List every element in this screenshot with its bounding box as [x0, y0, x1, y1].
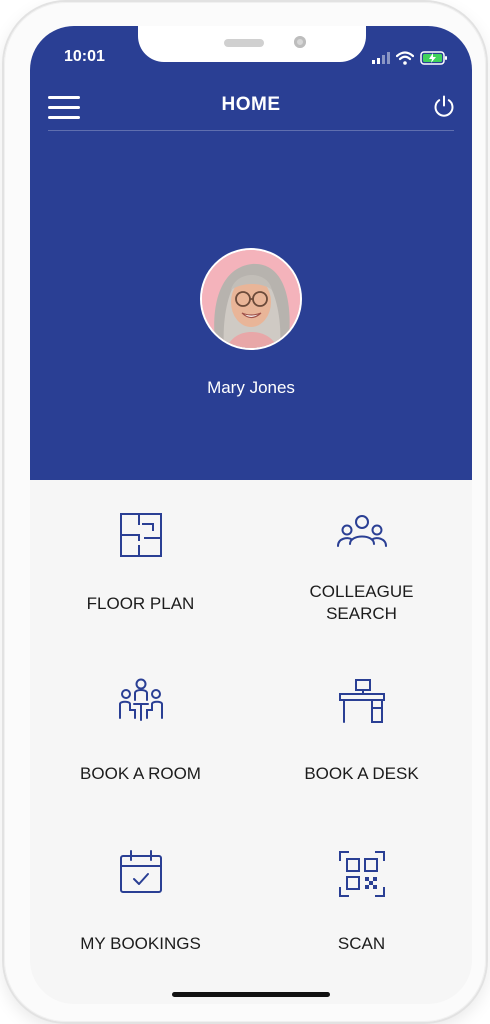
profile-photo	[202, 250, 300, 348]
colleague-search-tile[interactable]: COLLEAGUE SEARCH	[251, 480, 472, 650]
battery-charging-icon	[420, 51, 447, 65]
floor-plan-label: FLOOR PLAN	[86, 594, 195, 613]
book-a-desk-label: BOOK A DESK	[304, 764, 419, 783]
camera	[294, 36, 306, 48]
status-time: 10:01	[64, 48, 105, 65]
header-divider	[48, 130, 454, 131]
colleagues-icon	[336, 515, 387, 547]
calendar-check-icon	[119, 850, 162, 893]
avatar[interactable]	[202, 250, 300, 348]
colleague-search-label: COLLEAGUE SEARCH	[251, 581, 472, 625]
desk-icon	[338, 679, 385, 723]
status-icons	[372, 50, 448, 66]
header-panel: 10:01 HOME Mary Jones	[30, 26, 472, 480]
scan-label: SCAN	[337, 934, 386, 953]
app-screen: 10:01 HOME Mary Jones FLOOR PLAN COLLEAG…	[30, 26, 472, 1004]
my-bookings-label: MY BOOKINGS	[80, 934, 201, 953]
hamburger-line	[48, 116, 80, 119]
power-icon[interactable]	[432, 94, 456, 118]
floor-plan-tile[interactable]: FLOOR PLAN	[30, 480, 251, 650]
qr-code-icon	[338, 851, 385, 897]
notch	[138, 26, 366, 62]
scan-tile[interactable]: SCAN	[251, 820, 472, 990]
menu-grid: FLOOR PLAN COLLEAGUE SEARCH BOOK A ROOM …	[30, 480, 472, 1004]
floor-plan-icon	[119, 513, 162, 557]
page-title: HOME	[221, 94, 281, 115]
home-indicator[interactable]	[172, 992, 330, 997]
book-a-desk-tile[interactable]: BOOK A DESK	[251, 650, 472, 820]
book-a-room-tile[interactable]: BOOK A ROOM	[30, 650, 251, 820]
cellular-signal-icon	[372, 52, 390, 64]
wifi-icon	[396, 51, 414, 65]
meeting-room-icon	[118, 678, 163, 721]
phone-frame: 10:01 HOME Mary Jones FLOOR PLAN COLLEAG…	[4, 2, 486, 1022]
user-name: Mary Jones	[207, 378, 295, 397]
colleague-search-label-text: COLLEAGUE SEARCH	[309, 582, 414, 623]
book-a-room-label: BOOK A ROOM	[80, 764, 201, 783]
my-bookings-tile[interactable]: MY BOOKINGS	[30, 820, 251, 990]
speaker	[224, 39, 264, 47]
